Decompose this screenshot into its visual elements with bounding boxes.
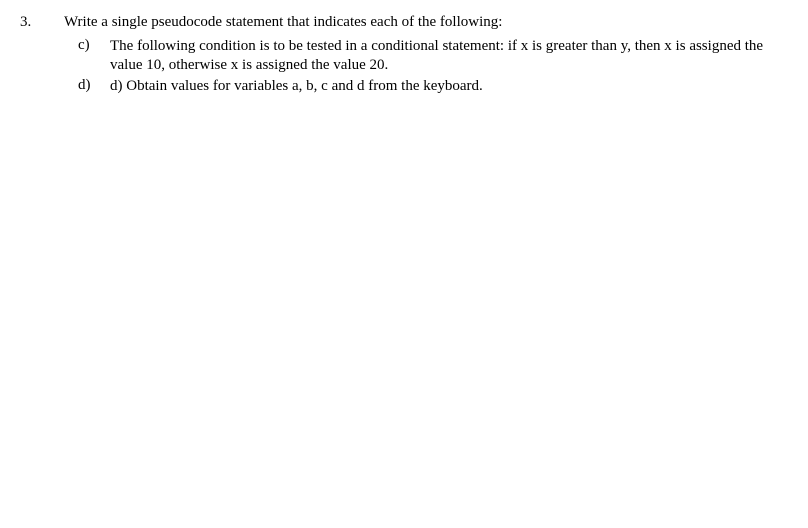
sub-item-c: c) The following condition is to be test… — [78, 37, 778, 75]
sub-text-c: The following condition is to be tested … — [110, 37, 778, 75]
question-number: 3. — [20, 14, 64, 31]
sub-label-d: d) — [78, 77, 110, 94]
question-title: Write a single pseudocode statement that… — [64, 14, 778, 31]
sub-label-c: c) — [78, 37, 110, 54]
question-container: 3. Write a single pseudocode statement t… — [20, 14, 778, 97]
question-body: Write a single pseudocode statement that… — [64, 14, 778, 97]
sub-item-d: d) d) Obtain values for variables a, b, … — [78, 77, 778, 96]
sub-list: c) The following condition is to be test… — [64, 37, 778, 95]
sub-text-d: d) Obtain values for variables a, b, c a… — [110, 77, 778, 96]
